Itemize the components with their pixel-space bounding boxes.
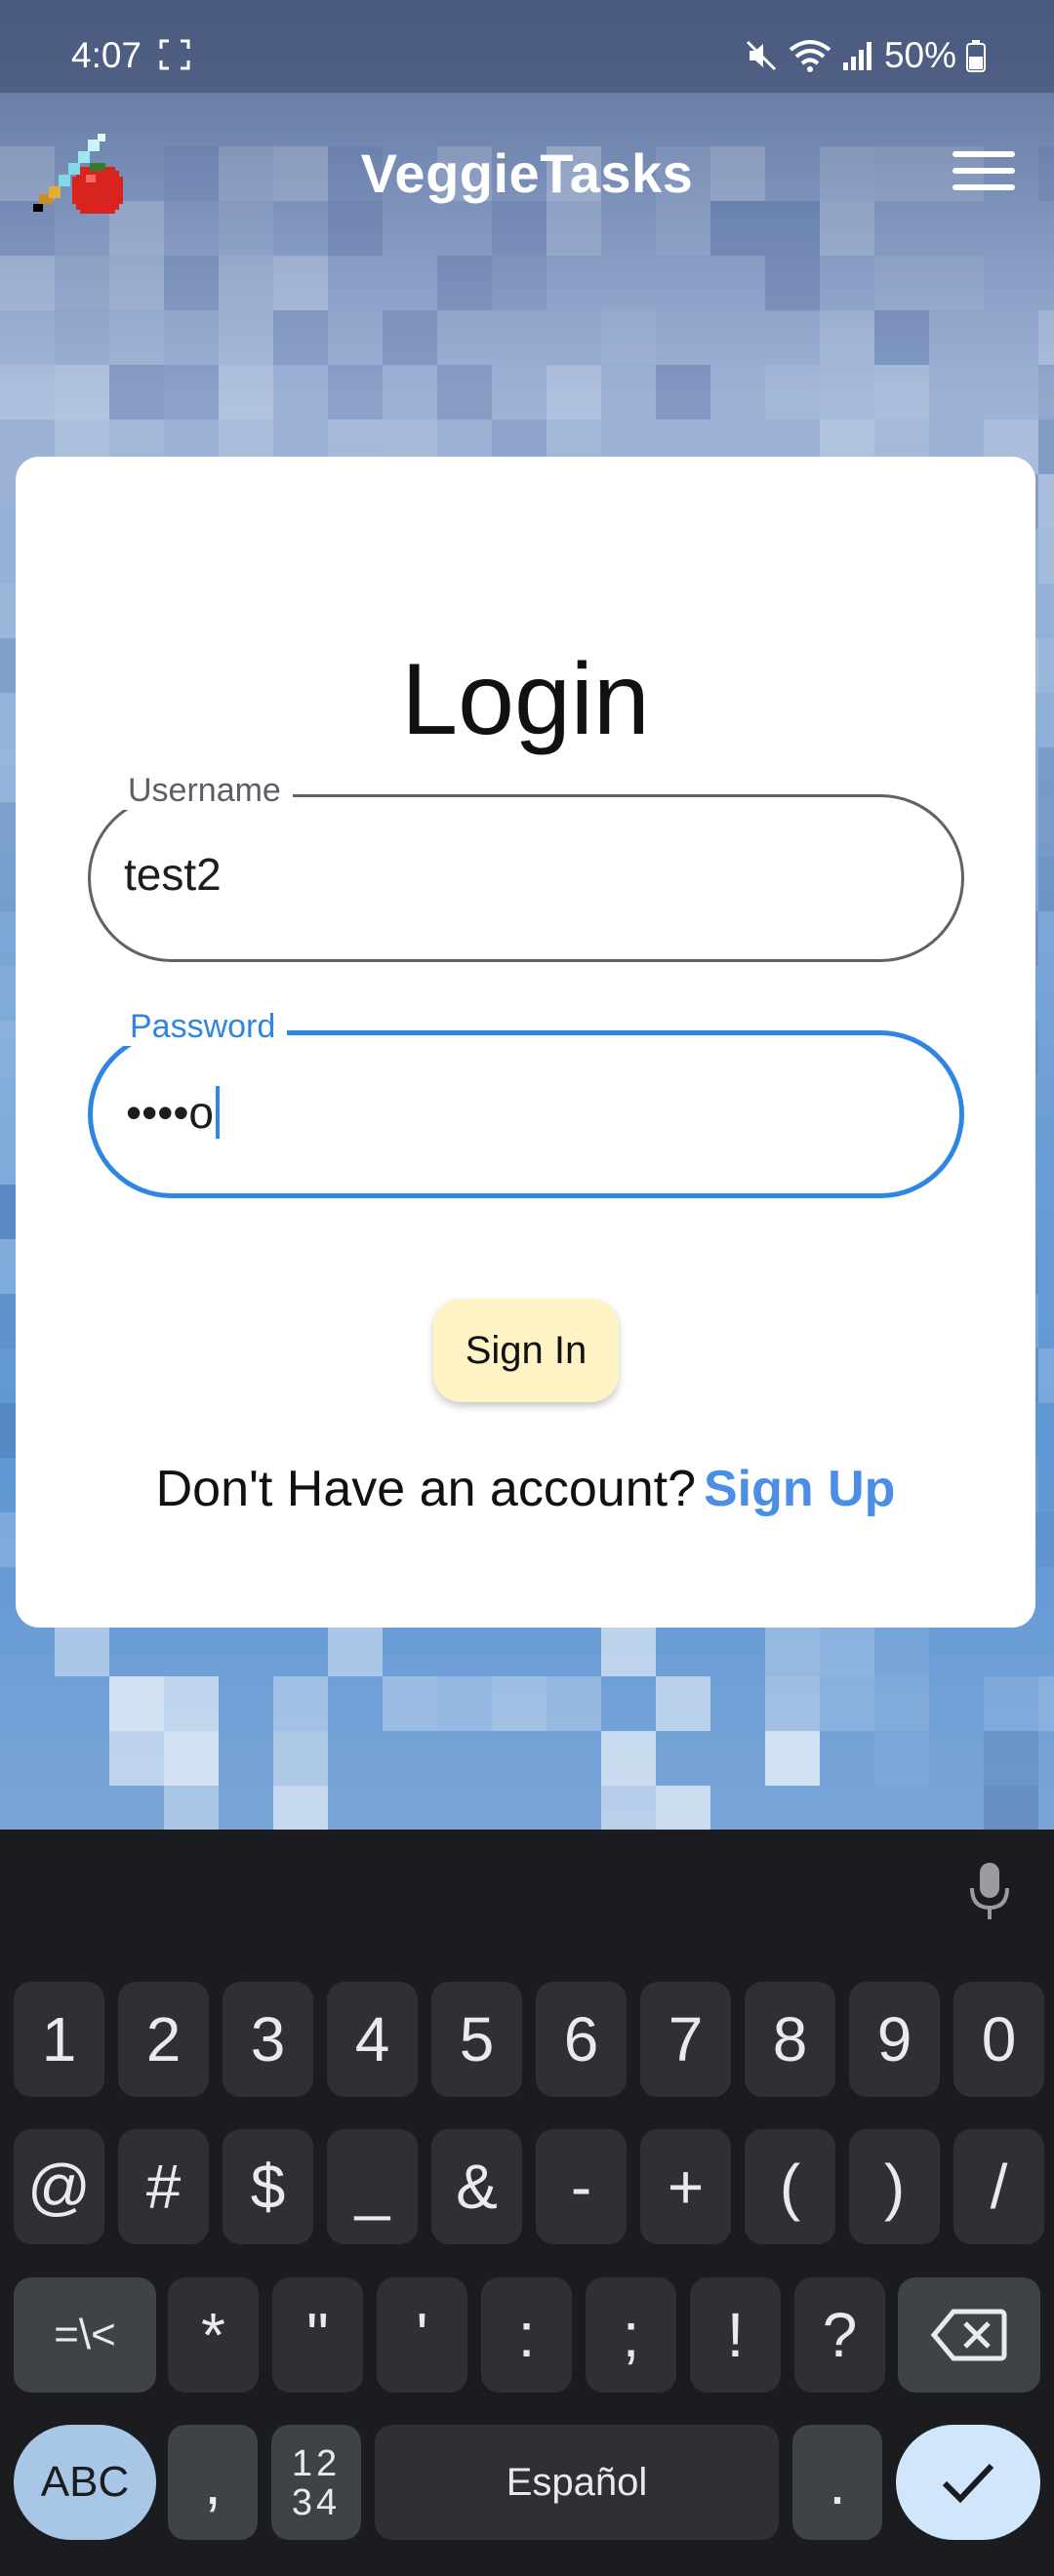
key-symbol-8[interactable]: ) <box>849 2129 940 2244</box>
sign-up-link[interactable]: Sign Up <box>704 1461 895 1517</box>
key-number-6[interactable]: 7 <box>640 1982 731 2097</box>
key-symbol2-7[interactable]: ? <box>794 2277 885 2393</box>
password-value-wrap: ••••o <box>126 1085 221 1143</box>
hamburger-menu-icon[interactable] <box>953 151 1015 202</box>
key-symbol-1[interactable]: # <box>118 2129 209 2244</box>
sign-in-button[interactable]: Sign In <box>433 1299 619 1402</box>
username-label: Username <box>116 772 293 810</box>
username-value: test2 <box>124 849 222 900</box>
key-symbol-4[interactable]: & <box>431 2129 522 2244</box>
key-symbol-3[interactable]: _ <box>327 2129 418 2244</box>
key-number-5[interactable]: 6 <box>536 1982 627 2097</box>
key-symbol-0[interactable]: @ <box>14 2129 104 2244</box>
mic-icon[interactable] <box>968 1861 1011 1923</box>
status-time: 4:07 <box>71 35 142 75</box>
key-number-3[interactable]: 4 <box>327 1982 418 2097</box>
app-bar: VeggieTasks <box>0 93 1054 259</box>
username-field[interactable]: Username test2 <box>88 772 964 962</box>
period-key[interactable]: . <box>792 2425 882 2540</box>
signup-row: Don't Have an account? Sign Up <box>16 1460 1035 1518</box>
key-symbol-5[interactable]: - <box>536 2129 627 2244</box>
key-symbol2-2[interactable]: " <box>272 2277 363 2393</box>
key-symbol-6[interactable]: + <box>640 2129 731 2244</box>
key-number-8[interactable]: 9 <box>849 1982 940 2097</box>
key-symbol2-1[interactable]: * <box>168 2277 259 2393</box>
key-number-9[interactable]: 0 <box>953 1982 1044 2097</box>
password-label: Password <box>118 1008 288 1046</box>
abc-key[interactable]: ABC <box>14 2425 156 2540</box>
wifi-icon <box>789 40 831 72</box>
key-symbol2-6[interactable]: ! <box>690 2277 781 2393</box>
screenshot-icon <box>159 39 190 70</box>
key-symbol2-5[interactable]: ; <box>586 2277 676 2393</box>
key-symbol2-4[interactable]: : <box>481 2277 572 2393</box>
keyboard: 1234567890 @ # $ _ & - +() / =\< * " ':;!? ABC , 1… <box>0 1830 1054 2576</box>
enter-key[interactable] <box>896 2425 1040 2540</box>
key-number-1[interactable]: 2 <box>118 1982 209 2097</box>
numbers-key[interactable]: 12 34 <box>271 2425 361 2540</box>
key-symbol-2[interactable]: $ <box>223 2129 313 2244</box>
mute-icon <box>746 40 776 71</box>
key-symbol-9[interactable]: / <box>953 2129 1044 2244</box>
password-field[interactable]: Password ••••o <box>88 1008 964 1198</box>
key-number-7[interactable]: 8 <box>745 1982 835 2097</box>
login-card: Login Username test2 Password ••••o Sign… <box>16 457 1035 1628</box>
enter-check-icon <box>942 2463 994 2504</box>
signal-icon <box>842 42 872 70</box>
battery-icon <box>966 40 986 72</box>
no-account-text: Don't Have an account? <box>155 1461 696 1517</box>
text-caret <box>216 1085 221 1139</box>
backspace-key[interactable] <box>898 2277 1040 2393</box>
key-symbol-7[interactable]: ( <box>745 2129 835 2244</box>
comma-key[interactable]: , <box>168 2425 258 2540</box>
status-bar: 4:07 50% <box>0 0 1054 93</box>
password-value: ••••o <box>126 1087 215 1138</box>
key-number-4[interactable]: 5 <box>431 1982 522 2097</box>
key-symbol2-3[interactable]: ' <box>377 2277 467 2393</box>
space-key[interactable]: Español <box>375 2425 779 2540</box>
login-title: Login <box>401 643 650 756</box>
key-number-0[interactable]: 1 <box>14 1982 104 2097</box>
backspace-icon <box>930 2309 1007 2361</box>
battery-percent: 50% <box>883 35 956 75</box>
more-symbols-key[interactable]: =\< <box>14 2277 156 2393</box>
app-title: VeggieTasks <box>360 142 694 204</box>
key-number-2[interactable]: 3 <box>223 1982 313 2097</box>
